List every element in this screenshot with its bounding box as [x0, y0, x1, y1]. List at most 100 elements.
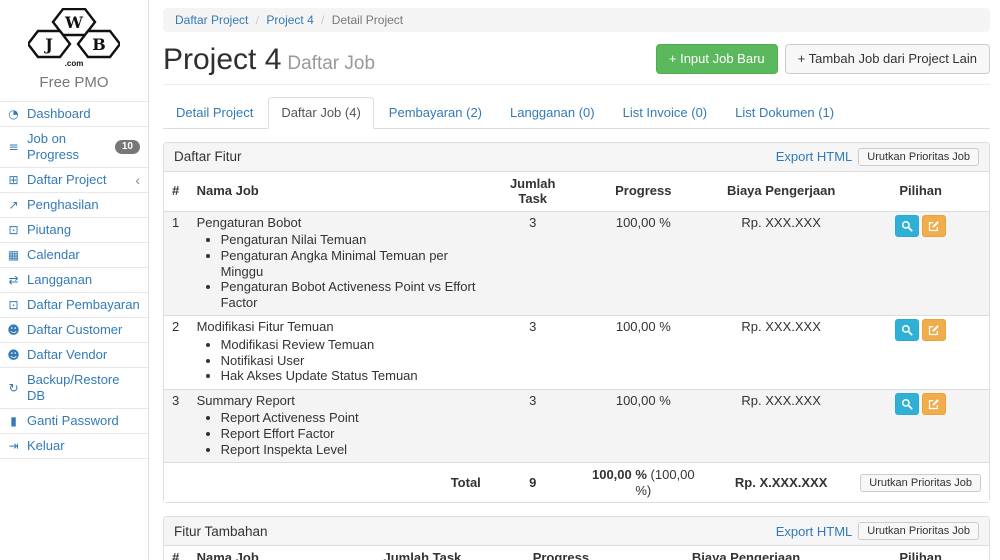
total-cost: Rp. X.XXX.XXX [710, 463, 852, 503]
breadcrumb-separator: / [321, 13, 324, 27]
edit-job-button[interactable] [922, 215, 946, 237]
tab-list-invoice[interactable]: List Invoice (0) [610, 97, 721, 128]
edit-icon [928, 220, 940, 232]
money-icon: ⊡ [6, 297, 21, 313]
job-name-cell: Summary Report Report Activeness Point R… [189, 389, 489, 462]
edit-icon [928, 398, 940, 410]
input-job-baru-button[interactable]: + Input Job Baru [656, 44, 778, 74]
total-label: Total [189, 463, 489, 503]
task-count: 3 [489, 389, 577, 462]
fitur-tambahan-table: # Nama Job Jumlah Task Progress Biaya Pe… [164, 546, 989, 560]
row-number: 1 [164, 211, 189, 316]
logo-letter-j: J [43, 35, 53, 54]
money-icon: ⊡ [6, 222, 21, 238]
list-icon: ≡ [6, 139, 21, 155]
panel-fitur-tambahan: Fitur Tambahan Export HTML Urutkan Prior… [163, 516, 990, 560]
sidebar-item-label: Daftar Vendor [27, 347, 107, 363]
daftar-fitur-table: # Nama Job Jumlah Task Progress Biaya Pe… [164, 172, 989, 503]
jwb-logo: W J B .com [0, 0, 148, 70]
sidebar-item-daftar-vendor[interactable]: ☻ Daftar Vendor [0, 342, 148, 367]
actions-cell [852, 316, 989, 389]
breadcrumb-current: Detail Project [332, 13, 403, 27]
row-number: 2 [164, 316, 189, 389]
sidebar-item-label: Job on Progress [27, 131, 109, 163]
export-html-link[interactable]: Export HTML [776, 524, 853, 539]
panel-heading: Fitur Tambahan Export HTML Urutkan Prior… [164, 517, 989, 546]
search-icon [901, 398, 913, 410]
sidebar-item-job-on-progress[interactable]: ≡ Job on Progress 10 [0, 126, 148, 167]
column-header: # [164, 546, 189, 560]
subtask: Pengaturan Bobot Activeness Point vs Eff… [221, 279, 481, 310]
sidebar-item-daftar-customer[interactable]: ☻ Daftar Customer [0, 317, 148, 342]
subtask: Modifikasi Review Temuan [221, 337, 481, 353]
dashboard-icon: ◔ [6, 106, 21, 122]
column-header: # [164, 172, 189, 212]
sign-out-icon: ⇥ [6, 438, 21, 454]
urutkan-prioritas-job-button[interactable]: Urutkan Prioritas Job [858, 148, 979, 166]
view-job-button[interactable] [895, 393, 919, 415]
urutkan-prioritas-job-button[interactable]: Urutkan Prioritas Job [858, 522, 979, 540]
urutkan-prioritas-job-button[interactable]: Urutkan Prioritas Job [860, 474, 981, 492]
table-header-row: # Nama Job Jumlah Task Progress Biaya Pe… [164, 546, 989, 560]
breadcrumb-link-project-4[interactable]: Project 4 [266, 13, 313, 27]
view-job-button[interactable] [895, 319, 919, 341]
users-icon: ☻ [6, 322, 21, 338]
sidebar-item-penghasilan[interactable]: ↗ Penghasilan [0, 192, 148, 217]
tab-daftar-job[interactable]: Daftar Job (4) [268, 97, 373, 129]
breadcrumb-separator: / [256, 13, 259, 27]
cost-value: Rp. XXX.XXX [710, 211, 852, 316]
sidebar-item-calendar[interactable]: ▦ Calendar [0, 242, 148, 267]
subtask: Pengaturan Nilai Temuan [221, 232, 481, 248]
tab-langganan[interactable]: Langganan (0) [497, 97, 608, 128]
tab-detail-project[interactable]: Detail Project [163, 97, 266, 128]
tab-list-dokumen[interactable]: List Dokumen (1) [722, 97, 847, 128]
column-header: Pilihan [852, 172, 989, 212]
table-row: 1 Pengaturan Bobot Pengaturan Nilai Temu… [164, 211, 989, 316]
plus-icon: + [798, 51, 806, 66]
task-count: 3 [489, 316, 577, 389]
table-header-row: # Nama Job Jumlah Task Progress Biaya Pe… [164, 172, 989, 212]
sidebar-item-daftar-pembayaran[interactable]: ⊡ Daftar Pembayaran [0, 292, 148, 317]
job-name: Pengaturan Bobot [197, 215, 302, 230]
panel-tools: Export HTML Urutkan Prioritas Job [776, 148, 979, 166]
column-header: Biaya Pengerjaan [640, 546, 852, 560]
table-row: 3 Summary Report Report Activeness Point… [164, 389, 989, 462]
sidebar-item-label: Daftar Pembayaran [27, 297, 140, 313]
breadcrumb: Daftar Project / Project 4 / Detail Proj… [163, 8, 990, 32]
column-header: Nama Job [189, 546, 363, 560]
sidebar-item-keluar[interactable]: ⇥ Keluar [0, 433, 148, 459]
sidebar-item-backup-restore-db[interactable]: ↻ Backup/Restore DB [0, 367, 148, 408]
cost-value: Rp. XXX.XXX [710, 389, 852, 462]
sidebar-item-ganti-password[interactable]: ▮ Ganti Password [0, 408, 148, 433]
retweet-icon: ⇄ [6, 272, 21, 288]
column-header: Nama Job [189, 172, 489, 212]
subtask: Report Effort Factor [221, 426, 481, 442]
tab-pembayaran[interactable]: Pembayaran (2) [376, 97, 495, 128]
breadcrumb-link-daftar-project[interactable]: Daftar Project [175, 13, 248, 27]
cost-value: Rp. XXX.XXX [710, 316, 852, 389]
panel-heading: Daftar Fitur Export HTML Urutkan Priorit… [164, 143, 989, 172]
task-count: 3 [489, 211, 577, 316]
logo-letter-b: B [92, 35, 106, 54]
jwb-logo-graphic: W J B .com [28, 8, 120, 70]
page-title: Project 4Daftar Job [163, 44, 375, 76]
edit-job-button[interactable] [922, 393, 946, 415]
subtask-list: Modifikasi Review Temuan Notifikasi User… [201, 337, 481, 384]
logo-letter-w: W [64, 13, 84, 32]
sidebar-item-daftar-project[interactable]: ⊞ Daftar Project ‹ [0, 167, 148, 192]
edit-job-button[interactable] [922, 319, 946, 341]
export-html-link[interactable]: Export HTML [776, 149, 853, 164]
sidebar-item-label: Piutang [27, 222, 71, 238]
subtask: Notifikasi User [221, 353, 481, 369]
subtask: Report Inspekta Level [221, 442, 481, 458]
job-name: Summary Report [197, 393, 295, 408]
tambah-job-dari-project-lain-button[interactable]: + Tambah Job dari Project Lain [785, 44, 990, 74]
sidebar-item-piutang[interactable]: ⊡ Piutang [0, 217, 148, 242]
sidebar-item-dashboard[interactable]: ◔ Dashboard [0, 101, 148, 126]
logo-dotcom: .com [65, 59, 84, 68]
sidebar-item-langganan[interactable]: ⇄ Langganan [0, 267, 148, 292]
view-job-button[interactable] [895, 215, 919, 237]
sidebar-item-label: Daftar Customer [27, 322, 122, 338]
job-name-cell: Modifikasi Fitur Temuan Modifikasi Revie… [189, 316, 489, 389]
tab-bar: Detail Project Daftar Job (4) Pembayaran… [163, 97, 990, 129]
